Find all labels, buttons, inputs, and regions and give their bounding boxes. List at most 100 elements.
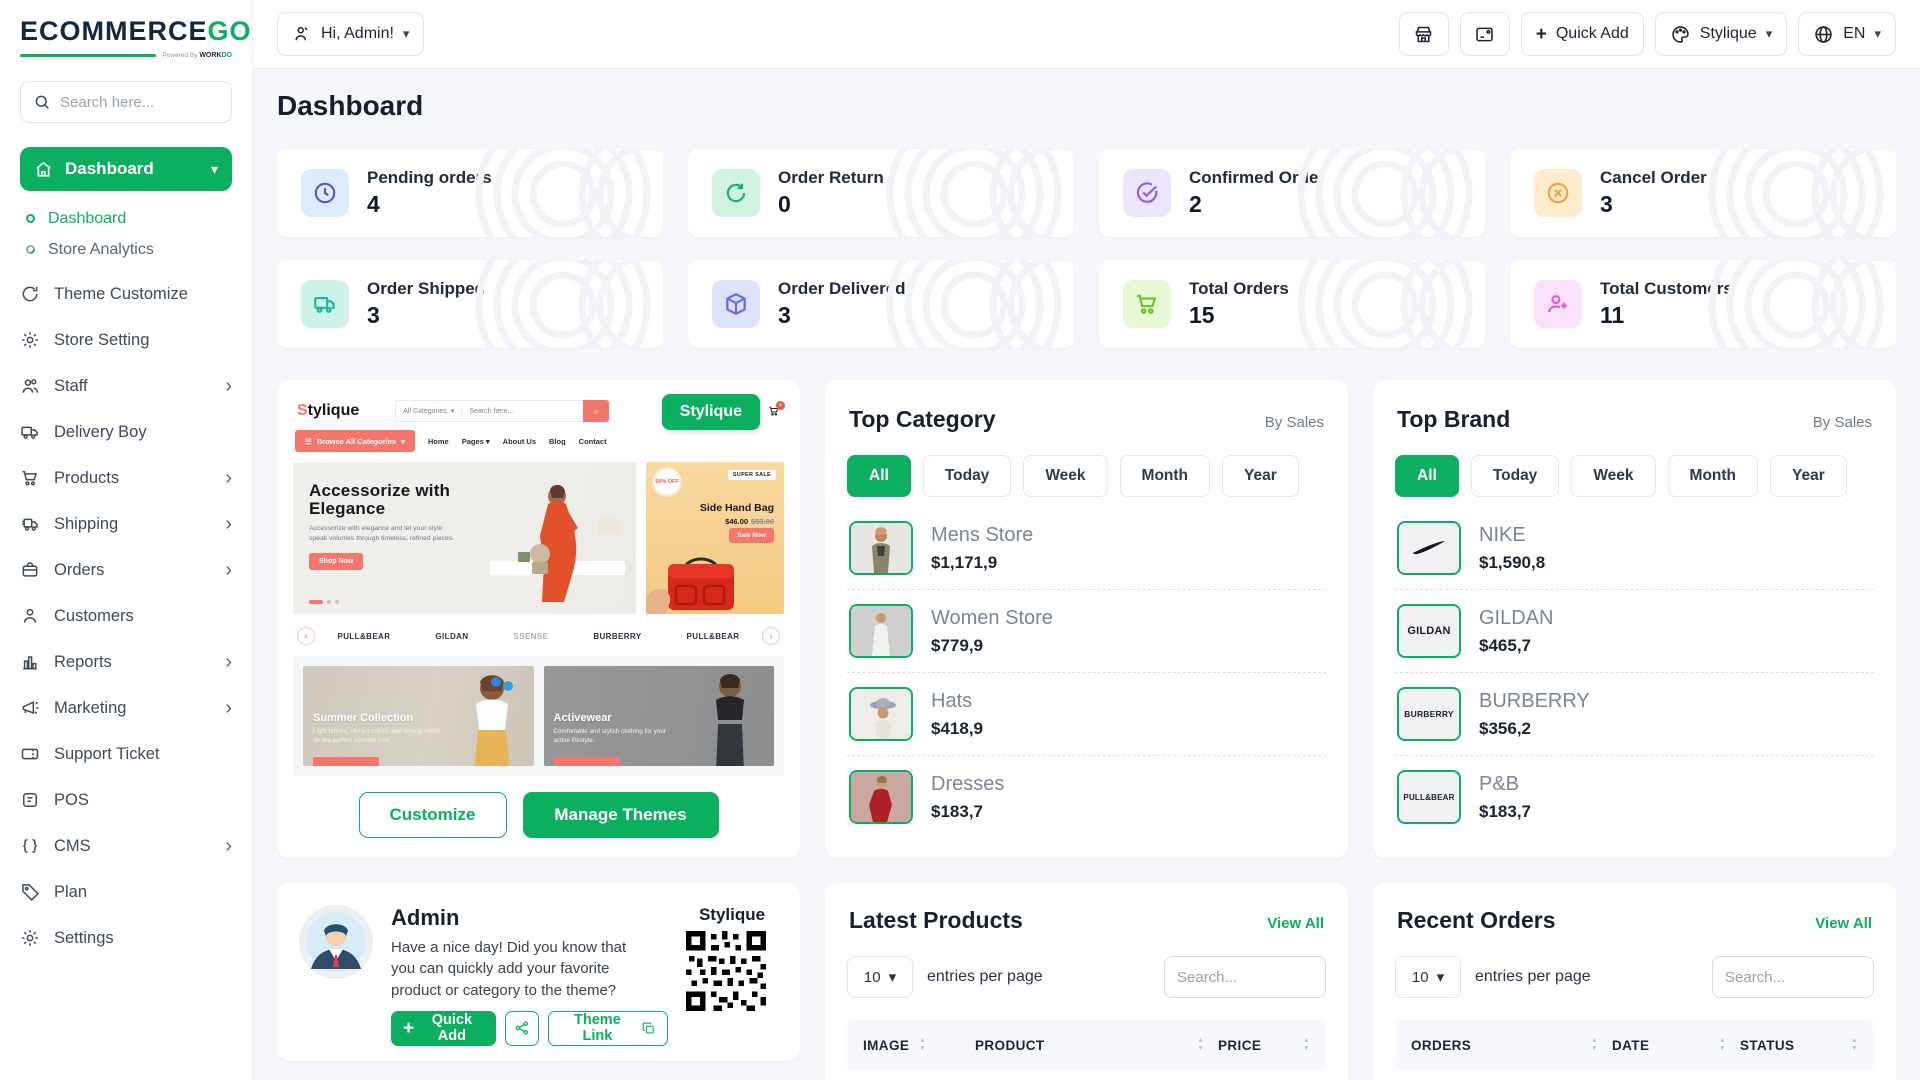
subnav-item-dashboard[interactable]: Dashboard (26, 203, 232, 234)
sidebar-item-products[interactable]: Products › (20, 455, 232, 501)
clock-icon (301, 169, 349, 217)
storefront-button[interactable] (1399, 12, 1449, 56)
entries-per-page-select[interactable]: 10 ▾ (847, 956, 913, 998)
sidebar-item-marketing[interactable]: Marketing › (20, 685, 232, 731)
home-icon (34, 160, 53, 179)
subnav-item-store-analytics[interactable]: Store Analytics (26, 234, 232, 265)
powered-brand-accent: DO (222, 52, 233, 59)
quick-add-button[interactable]: + Quick Add (1521, 12, 1644, 56)
sidebar-item-staff[interactable]: Staff › (20, 363, 232, 409)
by-sales-label: By Sales (1813, 414, 1872, 431)
manage-themes-button[interactable]: Manage Themes (523, 792, 719, 838)
column-status[interactable]: STATUS (1740, 1038, 1794, 1053)
view-all-link[interactable]: View All (1267, 915, 1324, 932)
stat-value: 3 (1600, 191, 1707, 218)
sidebar-item-dashboard[interactable]: Dashboard ▾ (20, 147, 232, 191)
column-product[interactable]: PRODUCT (975, 1038, 1045, 1053)
customize-button[interactable]: Customize (359, 792, 507, 838)
top-brand-filters: All Today Week Month Year (1395, 455, 1874, 497)
stat-value: 2 (1189, 191, 1325, 218)
sidebar-item-customers[interactable]: Customers (20, 593, 232, 639)
sidebar-item-delivery-boy[interactable]: Delivery Boy (20, 409, 232, 455)
stat-order-delivered: Order Delivered3 (688, 260, 1074, 348)
table-search-input[interactable] (1712, 956, 1874, 998)
sort-icon[interactable]: ▲▼ (1719, 1038, 1726, 1052)
cart-icon (20, 468, 40, 488)
sidebar-item-label: Staff (54, 377, 88, 396)
admin-quick-add-button[interactable]: +Quick Add (391, 1011, 496, 1046)
globe-icon (1813, 24, 1834, 45)
sort-icon[interactable]: ▲▼ (919, 1038, 926, 1052)
recent-orders-title: Recent Orders (1397, 907, 1556, 934)
filter-today[interactable]: Today (1471, 455, 1560, 497)
briefcase-icon (20, 560, 40, 580)
brand-logo-text: PULL&BEAR (337, 632, 390, 641)
filter-month[interactable]: Month (1668, 455, 1758, 497)
chevron-down-icon: ▾ (1874, 26, 1881, 42)
sidebar-item-settings[interactable]: Settings (20, 915, 232, 961)
filter-week[interactable]: Week (1571, 455, 1655, 497)
sort-icon[interactable]: ▲▼ (1197, 1038, 1204, 1052)
column-image[interactable]: IMAGE (863, 1038, 909, 1053)
filter-all[interactable]: All (1395, 455, 1459, 497)
view-all-link[interactable]: View All (1815, 915, 1872, 932)
sidebar-item-cms[interactable]: CMS › (20, 823, 232, 869)
site-promo-tiles: Summer Collection Light fabrics, vibrant… (293, 656, 784, 776)
sort-icon[interactable]: ▲▼ (1591, 1038, 1598, 1052)
sort-icon[interactable]: ▲▼ (1303, 1038, 1310, 1052)
qr-label: Stylique (686, 905, 778, 925)
user-menu-button[interactable]: Hi, Admin! ▾ (277, 12, 424, 56)
palette-icon (1670, 24, 1691, 45)
truck-icon (20, 422, 40, 442)
filter-year[interactable]: Year (1770, 455, 1847, 497)
list-item: BURBERRY BURBERRY$356,2 (1395, 673, 1874, 756)
sort-icon[interactable]: ▲▼ (1851, 1038, 1858, 1052)
language-select-button[interactable]: EN ▾ (1798, 12, 1896, 56)
sale-now-button: Sale Now (729, 528, 774, 543)
table-search-input[interactable] (1164, 956, 1326, 998)
item-name: BURBERRY (1479, 690, 1590, 712)
sidebar-item-orders[interactable]: Orders › (20, 547, 232, 593)
chevron-right-icon: › (225, 468, 232, 488)
top-category-card: Top Category By Sales All Today Week Mon… (825, 380, 1348, 858)
filter-year[interactable]: Year (1222, 455, 1299, 497)
dashboard-submenu: Dashboard Store Analytics (26, 203, 232, 265)
card-button[interactable] (1460, 12, 1510, 56)
sidebar-item-plan[interactable]: Plan (20, 869, 232, 915)
sidebar-item-support-ticket[interactable]: Support Ticket (20, 731, 232, 777)
filter-all[interactable]: All (847, 455, 911, 497)
column-date[interactable]: DATE (1612, 1038, 1649, 1053)
filter-month[interactable]: Month (1120, 455, 1210, 497)
sidebar-item-label: Customers (54, 607, 134, 626)
sidebar: ECOMMERCEGO Powered By WORKDO Search her… (0, 0, 253, 1080)
admin-card: Admin Have a nice day! Did you know that… (277, 883, 800, 1061)
sidebar-item-theme-customize[interactable]: Theme Customize (20, 271, 232, 317)
site-hero-banner: Accessorize withElegance Accessorize wit… (293, 462, 636, 614)
search-placeholder: Search here... (60, 94, 154, 111)
chevron-down-icon: ▾ (889, 968, 897, 986)
item-name: NIKE (1479, 524, 1526, 546)
active-theme-badge: Stylique (662, 394, 760, 430)
sidebar-search-input[interactable]: Search here... (20, 81, 232, 123)
share-button[interactable] (505, 1011, 540, 1046)
sidebar-item-label: Shipping (54, 515, 118, 534)
item-amount: $465,7 (1479, 636, 1553, 656)
sidebar-item-store-setting[interactable]: Store Setting (20, 317, 232, 363)
carousel-dots (309, 600, 339, 604)
sidebar-item-shipping[interactable]: Shipping › (20, 501, 232, 547)
chevron-down-icon: ▾ (403, 26, 410, 42)
column-orders[interactable]: ORDERS (1411, 1038, 1471, 1053)
stat-value: 3 (778, 302, 906, 329)
sidebar-item-reports[interactable]: Reports › (20, 639, 232, 685)
list-item: Mens Store$1,171,9 (847, 507, 1326, 590)
subnav-label: Dashboard (48, 210, 126, 228)
bar-chart-icon (20, 652, 40, 672)
filter-week[interactable]: Week (1023, 455, 1107, 497)
theme-select-button[interactable]: Stylique ▾ (1655, 12, 1787, 56)
entries-per-page-select[interactable]: 10 ▾ (1395, 956, 1461, 998)
column-price[interactable]: PRICE (1218, 1038, 1261, 1053)
top-category-filters: All Today Week Month Year (847, 455, 1326, 497)
theme-link-button[interactable]: Theme Link (548, 1011, 668, 1046)
filter-today[interactable]: Today (923, 455, 1012, 497)
sidebar-item-pos[interactable]: POS (20, 777, 232, 823)
